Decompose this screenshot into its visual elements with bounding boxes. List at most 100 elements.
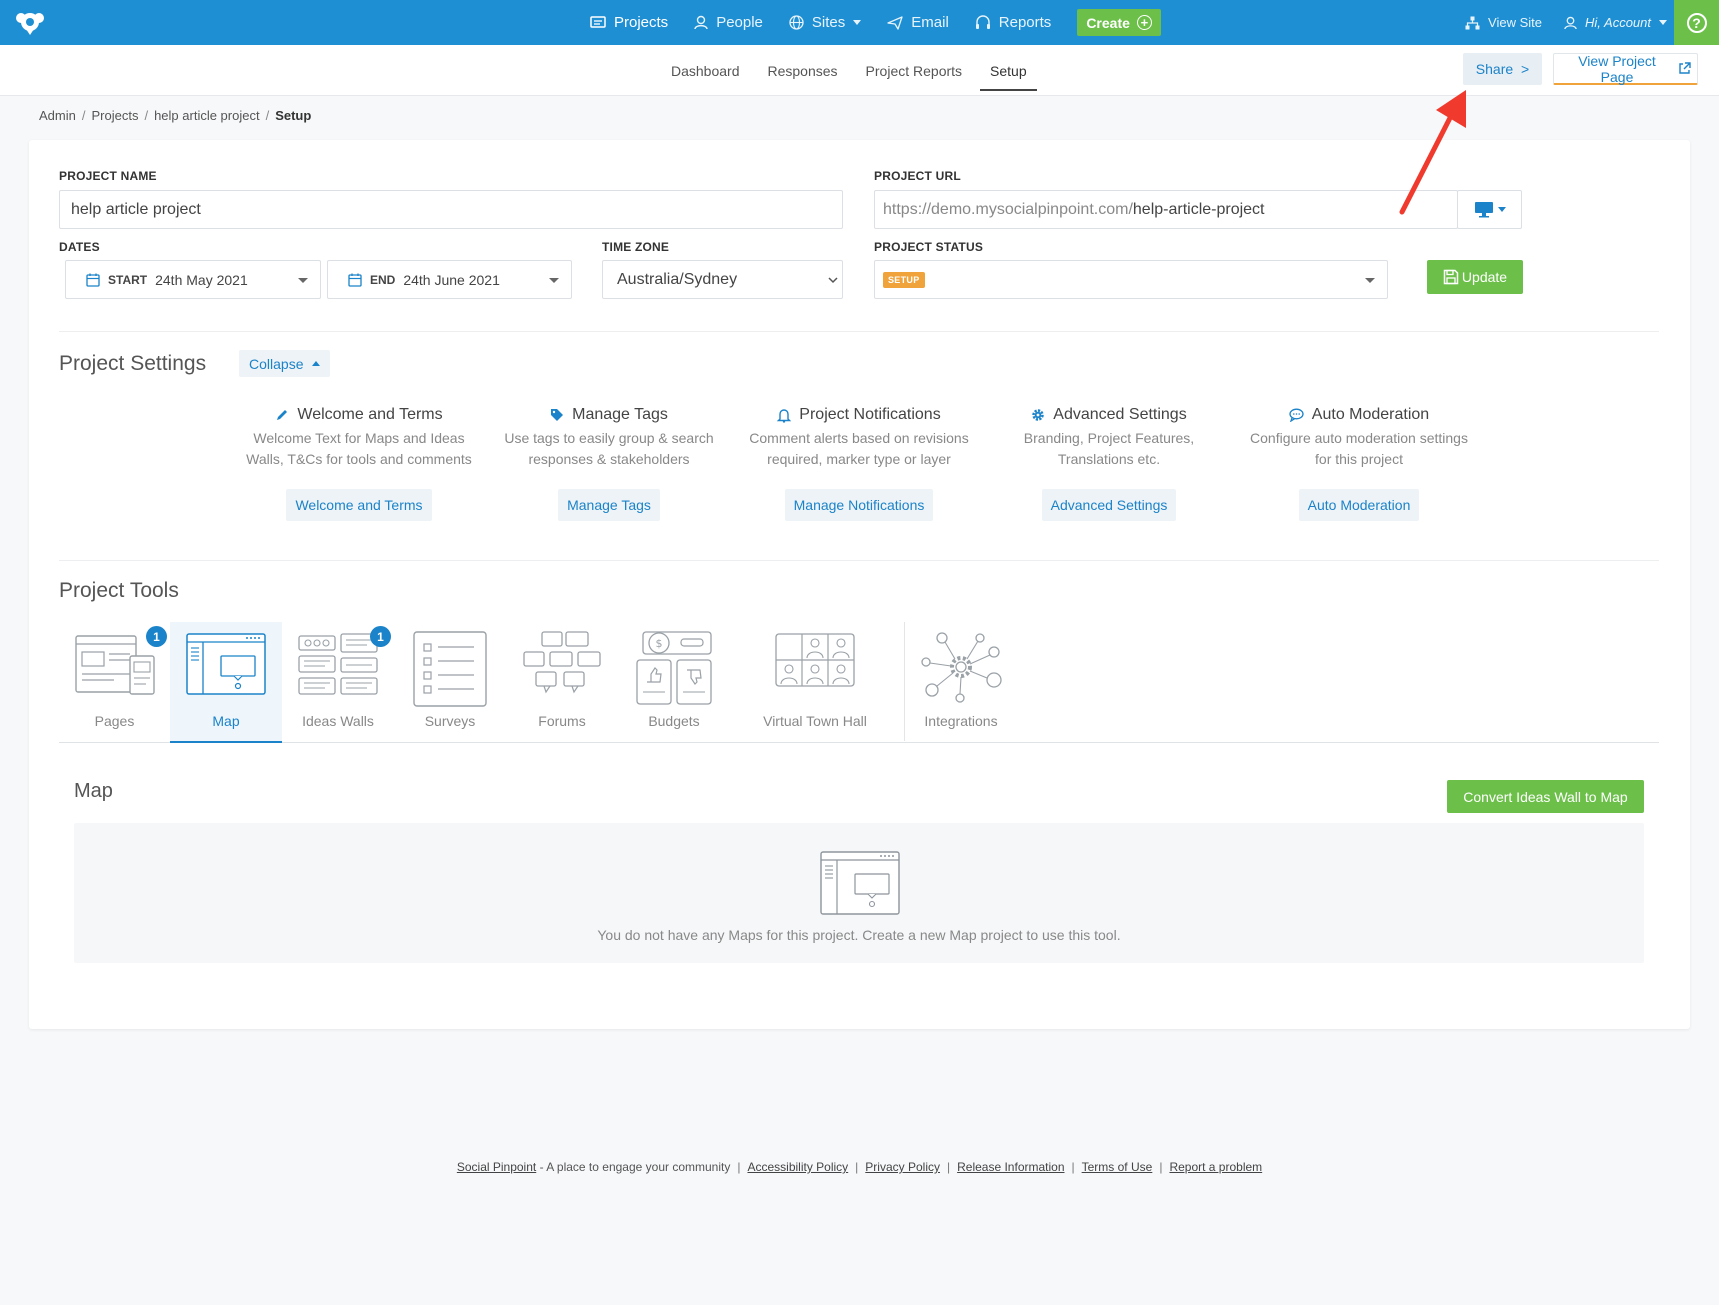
convert-ideas-wall-to-map-button[interactable]: Convert Ideas Wall to Map [1447, 780, 1644, 813]
setting-desc-line: Configure auto moderation settings [1250, 430, 1468, 446]
setting-description: Comment alerts based on revisions require… [734, 428, 984, 470]
footer-release-link[interactable]: Release Information [957, 1160, 1064, 1174]
ideas-walls-icon [298, 633, 378, 695]
project-name-value: help article project [71, 200, 201, 218]
chevron-down-icon [549, 277, 559, 283]
section-divider [59, 331, 1659, 332]
nav-sites[interactable]: Sites [789, 14, 862, 31]
chevron-up-icon [312, 361, 321, 366]
chevron-down-icon [1497, 207, 1506, 212]
integrations-gear-network-icon [921, 632, 1002, 703]
breadcrumb-projects[interactable]: Projects [91, 108, 138, 123]
tool-surveys[interactable]: Surveys [394, 622, 506, 743]
view-project-page-label: View Project Page [1578, 52, 1656, 85]
bell-icon [777, 408, 792, 423]
tab-dashboard[interactable]: Dashboard [671, 57, 740, 85]
setting-desc-line: Branding, Project Features, [1023, 430, 1195, 446]
project-name-field[interactable]: help article project [59, 190, 843, 229]
project-url-prefix: https://demo.mysocialpinpoint.com/ [883, 200, 1133, 218]
manage-tags-button[interactable]: Manage Tags [558, 489, 660, 521]
account-menu[interactable]: Hi, Account [1564, 15, 1667, 30]
footer-report-problem-link[interactable]: Report a problem [1169, 1160, 1262, 1174]
end-label: END [370, 272, 396, 287]
tag-icon [551, 409, 564, 421]
share-button[interactable]: Share > [1463, 53, 1542, 85]
end-date-picker[interactable]: END 24th June 2021 [327, 260, 572, 299]
tool-label: Surveys [424, 713, 476, 729]
map-empty-state: You do not have any Maps for this projec… [74, 823, 1644, 963]
person-icon [1564, 16, 1577, 29]
setting-manage-tags: Manage Tags Use tags to easily group & s… [484, 406, 734, 521]
nav-email[interactable]: Email [887, 14, 949, 31]
setting-title: Auto Moderation [1311, 406, 1430, 423]
nav-email-label: Email [911, 14, 949, 31]
top-right-menu: View Site Hi, Account [1443, 0, 1667, 45]
nav-projects[interactable]: Projects [590, 14, 668, 31]
timezone-select[interactable]: Australia/Sydney [602, 260, 843, 299]
account-label: Hi, Account [1585, 15, 1651, 30]
setting-desc-line: required, marker type or layer [767, 451, 951, 467]
project-status-select[interactable]: SETUP [874, 260, 1388, 299]
project-name-label: PROJECT NAME [59, 169, 157, 183]
social-pinpoint-logo-icon[interactable] [14, 10, 46, 36]
nav-reports-label: Reports [998, 14, 1052, 31]
nav-people-label: People [716, 14, 763, 31]
project-url-field[interactable]: https://demo.mysocialpinpoint.com/help-a… [874, 190, 1458, 229]
setting-description: Branding, Project Features, Translations … [984, 428, 1234, 470]
view-site-link[interactable]: View Site [1465, 15, 1542, 30]
footer-privacy-link[interactable]: Privacy Policy [865, 1160, 940, 1174]
tool-map[interactable]: Map [170, 622, 282, 743]
breadcrumb-project[interactable]: help article project [154, 108, 260, 123]
paper-plane-icon [887, 15, 903, 30]
collapse-button[interactable]: Collapse [239, 350, 331, 377]
tool-budgets[interactable]: $ Budgets [618, 622, 730, 743]
welcome-and-terms-button[interactable]: Welcome and Terms [286, 489, 432, 521]
setting-welcome-terms: Welcome and Terms Welcome Text for Maps … [234, 406, 484, 521]
footer-terms-link[interactable]: Terms of Use [1082, 1160, 1153, 1174]
annotation-arrow-icon [1399, 90, 1466, 215]
budget-icon: $ [636, 631, 712, 705]
help-button[interactable]: ? [1674, 0, 1719, 45]
view-project-page-button[interactable]: View Project Page [1553, 53, 1698, 85]
tool-label: Map [212, 713, 240, 729]
update-button[interactable]: Update [1427, 260, 1523, 294]
manage-notifications-button[interactable]: Manage Notifications [784, 489, 934, 521]
tool-virtual-town-hall[interactable]: Virtual Town Hall [730, 622, 900, 743]
setting-description: Use tags to easily group & search respons… [484, 428, 734, 470]
collapse-label: Collapse [249, 355, 304, 372]
tool-integrations[interactable]: Integrations [905, 622, 1017, 743]
tool-forums[interactable]: Forums [506, 622, 618, 743]
auto-moderation-button[interactable]: Auto Moderation [1298, 489, 1420, 521]
map-icon [820, 851, 900, 915]
update-label: Update [1461, 269, 1508, 285]
footer-accessibility-link[interactable]: Accessibility Policy [747, 1160, 848, 1174]
chevron-down-icon [1365, 277, 1375, 283]
start-date-picker[interactable]: START 24th May 2021 [65, 260, 321, 299]
project-tools-title: Project Tools [59, 579, 179, 602]
map-icon [186, 633, 266, 695]
tab-responses[interactable]: Responses [768, 57, 838, 85]
setting-desc-line: for this project [1315, 451, 1403, 467]
chevron-down-icon [298, 277, 308, 283]
footer: Social Pinpoint - A place to engage your… [456, 1160, 1263, 1174]
tool-ideas-walls[interactable]: 1 Ideas Walls [282, 622, 394, 743]
top-navbar: Projects People Sites Email Reports Crea… [0, 0, 1719, 45]
notification-badge: 1 [146, 626, 167, 647]
create-button[interactable]: Create + [1077, 9, 1161, 36]
project-settings-title: Project Settings [59, 352, 207, 375]
setting-project-notifications: Project Notifications Comment alerts bas… [734, 406, 984, 521]
nav-sites-label: Sites [811, 14, 846, 31]
advanced-settings-button[interactable]: Advanced Settings [1041, 489, 1177, 521]
tool-label: Forums [538, 713, 586, 729]
svg-text:$: $ [656, 637, 663, 650]
footer-brand-link[interactable]: Social Pinpoint [457, 1160, 536, 1174]
timezone-value: Australia/Sydney [617, 270, 738, 288]
tool-pages[interactable]: 1 Pages [59, 622, 170, 743]
tab-setup[interactable]: Setup [980, 57, 1037, 91]
tab-project-reports[interactable]: Project Reports [866, 57, 962, 85]
nav-people[interactable]: People [694, 14, 763, 31]
breadcrumb-admin[interactable]: Admin [39, 108, 76, 123]
nav-reports[interactable]: Reports [975, 14, 1052, 31]
end-date-value: 24th June 2021 [403, 271, 500, 288]
setting-desc-line: Comment alerts based on revisions [749, 430, 969, 446]
